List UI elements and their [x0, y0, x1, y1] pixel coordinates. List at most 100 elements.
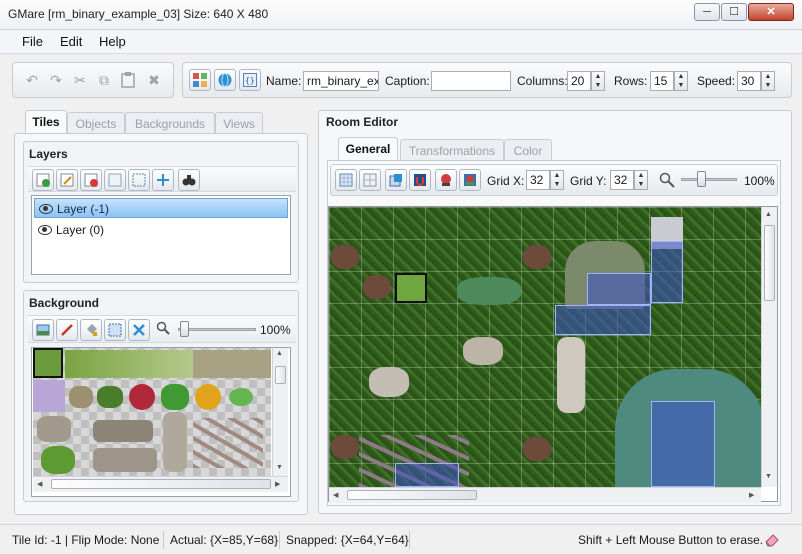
columns-stepper[interactable]: ▲ ▼	[591, 71, 605, 91]
selected-tile[interactable]	[33, 348, 63, 378]
title-bar[interactable]: GMare [rm_binary_example_03] Size: 640 X…	[0, 0, 802, 30]
close-button[interactable]: ✕	[748, 3, 794, 21]
globe-icon[interactable]	[214, 69, 236, 91]
log-object[interactable]	[557, 337, 585, 413]
menu-file[interactable]: File	[22, 34, 43, 49]
scroll-left-icon[interactable]: ◀	[37, 480, 42, 488]
fallen-log-tile[interactable]	[93, 448, 157, 472]
purple-tile[interactable]	[33, 380, 65, 412]
room-canvas[interactable]	[329, 207, 761, 487]
copy-icon[interactable]: ⧉	[93, 69, 115, 91]
selection-region[interactable]	[651, 241, 683, 303]
eye-icon[interactable]	[39, 204, 53, 214]
rock-object[interactable]	[331, 435, 359, 459]
scroll-thumb[interactable]	[764, 225, 775, 301]
select-icon[interactable]	[104, 319, 126, 341]
binoculars-icon[interactable]	[178, 169, 200, 191]
eye-icon[interactable]	[38, 225, 52, 235]
tab-color[interactable]: Color	[504, 139, 552, 161]
minimize-button[interactable]: ─	[694, 3, 720, 21]
menu-edit[interactable]: Edit	[60, 34, 82, 49]
magnet-icon[interactable]	[409, 169, 431, 191]
speed-input[interactable]: 30	[737, 71, 761, 91]
room-zoom-slider-handle[interactable]	[697, 171, 706, 187]
grid-y-input[interactable]: 32	[610, 170, 634, 190]
add-layer-icon[interactable]	[32, 169, 54, 191]
cut-icon[interactable]: ✂	[69, 69, 91, 91]
snap-grid-icon[interactable]	[359, 169, 381, 191]
tab-tiles[interactable]: Tiles	[25, 110, 67, 134]
maximize-button[interactable]: ☐	[721, 3, 747, 21]
grid-icon[interactable]	[189, 69, 211, 91]
tile-cursor[interactable]	[395, 273, 427, 303]
scroll-thumb[interactable]	[275, 366, 286, 384]
scroll-thumb[interactable]	[51, 479, 271, 489]
selection-region[interactable]	[587, 273, 651, 305]
rock-object[interactable]	[523, 245, 551, 269]
layer-down-icon[interactable]	[128, 169, 150, 191]
room-horizontal-scrollbar[interactable]: ◀ ▶	[329, 487, 761, 503]
rock-object[interactable]	[363, 275, 391, 299]
zoom-slider-handle[interactable]	[180, 321, 189, 337]
scroll-down-icon[interactable]: ▼	[276, 464, 283, 471]
rock-tile[interactable]	[69, 386, 93, 408]
delete-icon[interactable]: ✖	[143, 69, 165, 91]
caption-input[interactable]	[431, 71, 511, 91]
vine-tile[interactable]	[41, 446, 75, 474]
bush-tile[interactable]	[97, 386, 123, 408]
redo-icon[interactable]: ↷	[45, 69, 67, 91]
stump-object[interactable]	[369, 367, 409, 397]
layer-up-icon[interactable]	[104, 169, 126, 191]
scroll-up-icon[interactable]: ▲	[276, 350, 283, 357]
paste-icon[interactable]	[117, 69, 139, 91]
tab-transformations[interactable]: Transformations	[400, 139, 504, 161]
grid-y-stepper[interactable]: ▲ ▼	[634, 170, 648, 190]
tab-objects[interactable]: Objects	[67, 112, 125, 134]
show-grid-icon[interactable]	[335, 169, 357, 191]
image-icon[interactable]	[32, 319, 54, 341]
room-zoom-slider-track[interactable]	[681, 178, 737, 181]
instances-icon[interactable]	[459, 169, 481, 191]
stump-object[interactable]	[463, 337, 503, 365]
scroll-down-icon[interactable]: ▼	[765, 473, 772, 480]
layer-item[interactable]: Layer (0)	[34, 220, 288, 240]
tileset-horizontal-scrollbar[interactable]: ◀ ▶	[33, 476, 288, 492]
scroll-thumb[interactable]	[347, 490, 477, 500]
menu-help[interactable]: Help	[99, 34, 126, 49]
scroll-left-icon[interactable]: ◀	[333, 491, 338, 499]
object-icon[interactable]	[435, 169, 457, 191]
standing-log-tile[interactable]	[163, 412, 187, 472]
tools-icon[interactable]	[128, 319, 150, 341]
tab-backgrounds[interactable]: Backgrounds	[125, 112, 215, 134]
rows-input[interactable]: 15	[650, 71, 674, 91]
columns-input[interactable]: 20	[567, 71, 591, 91]
name-input[interactable]: rm_binary_exar	[303, 71, 379, 91]
pencil-icon[interactable]	[56, 319, 78, 341]
scroll-up-icon[interactable]: ▲	[765, 211, 772, 218]
tileset-vertical-scrollbar[interactable]: ▲ ▼	[272, 348, 288, 476]
flower-tile[interactable]	[129, 384, 155, 410]
layer-item[interactable]: Layer (-1)	[34, 198, 288, 218]
selection-region[interactable]	[395, 463, 459, 487]
speed-stepper[interactable]: ▲ ▼	[761, 71, 775, 91]
tab-general[interactable]: General	[338, 137, 398, 161]
rock-object[interactable]	[523, 437, 551, 461]
grass-tiles[interactable]	[65, 350, 193, 378]
bush-object[interactable]	[457, 277, 521, 305]
fill-icon[interactable]	[80, 319, 102, 341]
rows-stepper[interactable]: ▲ ▼	[674, 71, 688, 91]
plant-tile[interactable]	[161, 384, 189, 410]
undo-icon[interactable]: ↶	[21, 69, 43, 91]
selection-region[interactable]	[555, 305, 651, 335]
grid-x-stepper[interactable]: ▲ ▼	[550, 170, 564, 190]
edit-layer-icon[interactable]	[56, 169, 78, 191]
move-layer-icon[interactable]	[152, 169, 174, 191]
tab-views[interactable]: Views	[215, 112, 263, 134]
remove-layer-icon[interactable]	[80, 169, 102, 191]
stone-tiles[interactable]	[193, 350, 271, 378]
mushroom-tile[interactable]	[195, 384, 221, 410]
log-tile[interactable]	[93, 420, 153, 442]
room-vertical-scrollbar[interactable]: ▲ ▼	[761, 207, 777, 487]
scroll-right-icon[interactable]: ▶	[749, 491, 754, 499]
lilypad-tile[interactable]	[229, 388, 253, 406]
